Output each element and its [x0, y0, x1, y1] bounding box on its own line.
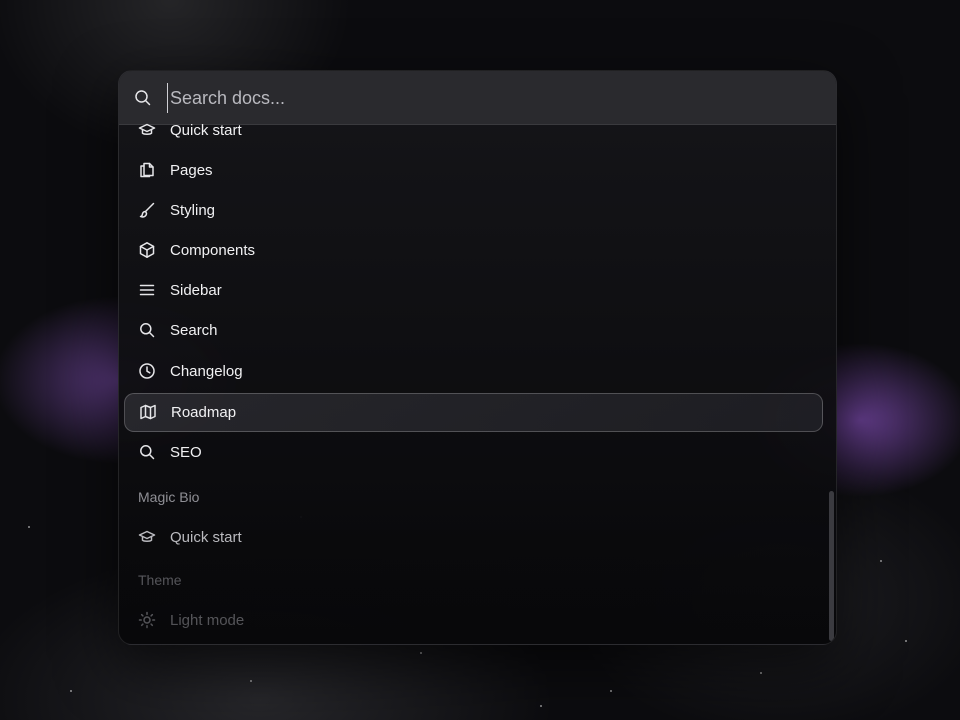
result-label: Pages: [170, 162, 213, 179]
result-label: Search: [170, 322, 218, 339]
result-label: Changelog: [170, 363, 243, 380]
search-icon: [140, 323, 155, 338]
result-item-styling[interactable]: Styling: [124, 192, 821, 229]
result-label: Roadmap: [171, 404, 237, 421]
result-label: Quick start: [170, 529, 242, 546]
result-item-magic-bio-quick-start[interactable]: Quick start: [124, 519, 821, 556]
graduation-cap-icon: [138, 530, 156, 542]
result-label: Components: [170, 242, 256, 259]
brush-icon: [139, 202, 155, 218]
result-item-seo[interactable]: SEO: [124, 434, 821, 471]
result-label: Styling: [170, 202, 216, 219]
result-item-quick-start[interactable]: Quick start: [124, 112, 821, 149]
graduation-cap-icon: [138, 123, 156, 135]
search-icon: [140, 445, 155, 460]
result-item-roadmap[interactable]: Roadmap: [124, 393, 823, 432]
clock-icon: [139, 363, 155, 379]
result-item-light-mode[interactable]: Light mode: [124, 602, 821, 639]
result-label: Light mode: [170, 612, 245, 629]
group-heading-magic-bio: Magic Bio: [138, 489, 200, 505]
result-label: Quick start: [170, 122, 242, 139]
group-heading-theme: Theme: [138, 572, 182, 588]
result-label: Sidebar: [170, 282, 222, 299]
copy-icon: [140, 162, 154, 178]
result-item-sidebar[interactable]: Sidebar: [124, 272, 821, 309]
result-item-components[interactable]: Components: [124, 232, 821, 269]
result-item-changelog[interactable]: Changelog: [124, 353, 821, 390]
cube-icon: [139, 242, 155, 258]
command-palette: Quick start Pages Styling Components Sid: [118, 70, 837, 645]
result-label: SEO: [170, 444, 202, 461]
results-list: Quick start Pages Styling Components Sid: [119, 122, 836, 644]
result-item-search[interactable]: Search: [124, 312, 821, 349]
sun-icon: [138, 611, 156, 629]
search-input[interactable]: [167, 83, 770, 113]
search-icon: [135, 90, 151, 106]
result-item-pages[interactable]: Pages: [124, 152, 821, 189]
menu-icon: [139, 284, 155, 296]
map-icon: [140, 404, 156, 420]
scrollbar-thumb[interactable]: [829, 491, 834, 641]
